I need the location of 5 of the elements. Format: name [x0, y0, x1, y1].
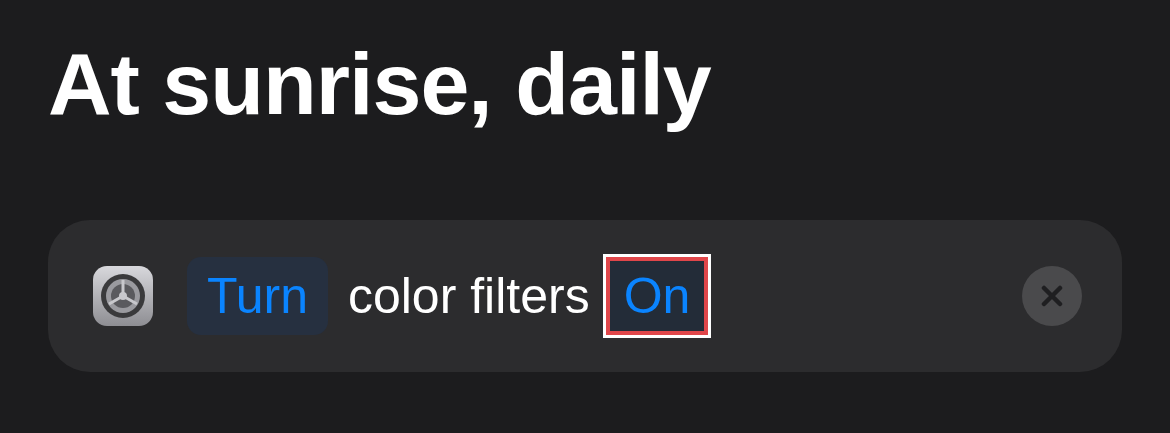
page-title: At sunrise, daily [48, 34, 712, 134]
action-text: color filters [347, 267, 590, 325]
settings-icon [93, 266, 153, 326]
close-icon [1041, 285, 1063, 307]
parameter-token[interactable]: Turn [187, 257, 328, 335]
